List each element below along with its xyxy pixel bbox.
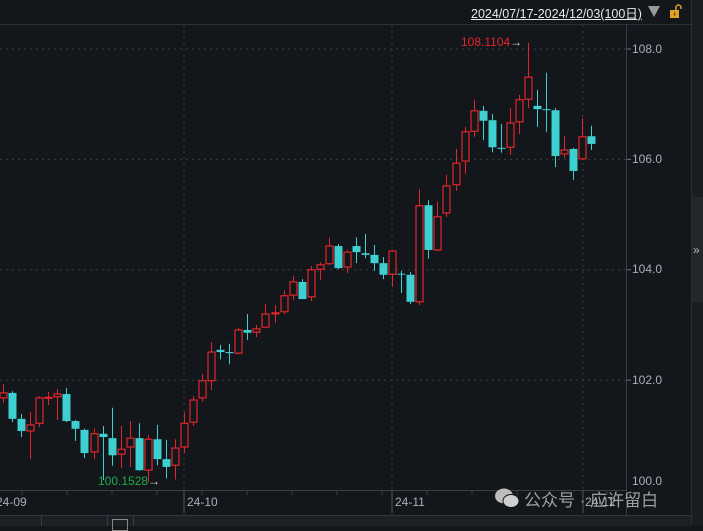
candle-body-down — [135, 438, 144, 471]
candle-body-up — [433, 216, 442, 251]
time-label-24-09: 24-09 — [0, 495, 27, 509]
date-range-selector[interactable]: 2024/07/17-2024/12/03(100日) — [471, 3, 642, 22]
candle-body-up — [207, 351, 216, 382]
price-label-104: 104.0 — [632, 262, 663, 276]
candle-body-up — [234, 329, 243, 354]
candle-body-up — [198, 380, 207, 399]
candle-body-up — [289, 281, 298, 296]
candle-body-down — [379, 263, 388, 275]
candle-body-down — [298, 281, 307, 300]
add-tab-button[interactable] — [112, 519, 128, 531]
unlock-icon[interactable] — [670, 4, 682, 18]
candle-body-down — [334, 246, 343, 269]
candle-body-down — [243, 329, 252, 333]
candle-body-up — [180, 422, 189, 448]
candle-body-up — [506, 122, 515, 148]
candle-body-up — [560, 149, 569, 155]
candle-body-up — [524, 76, 533, 100]
candle-body-down — [361, 253, 370, 255]
candle-body-down — [542, 109, 551, 111]
candle-body-up — [470, 110, 479, 132]
candle-body-up — [252, 328, 261, 333]
candle-body-down — [488, 120, 497, 148]
candle-body-down — [99, 433, 108, 438]
candle-body-down — [225, 352, 234, 354]
candle-body-up — [171, 447, 180, 466]
candle-body-up — [280, 295, 289, 313]
time-label-24-11: 24-11 — [395, 495, 425, 509]
price-label-106: 106.0 — [632, 152, 663, 166]
candle-body-down — [216, 349, 225, 353]
candle-body-down — [569, 148, 578, 171]
candle-body-down — [71, 421, 80, 429]
expand-chevron-icon[interactable]: » — [693, 243, 700, 257]
candle-body-down — [370, 254, 379, 264]
candle-body-up — [0, 392, 8, 399]
bottom-tab-strip — [0, 515, 691, 531]
candlestick-chart[interactable] — [0, 0, 691, 515]
candle-body-down — [587, 136, 596, 144]
candle-body-up — [442, 185, 451, 214]
candle-body-down — [62, 394, 71, 422]
candle-body-down — [533, 105, 542, 110]
candle-body-up — [261, 313, 270, 328]
candle-body-down — [352, 246, 361, 253]
candle-body-up — [271, 312, 280, 315]
candle-body-up — [388, 250, 397, 275]
candle-body-up — [126, 437, 135, 448]
candle-body-up — [35, 397, 44, 424]
candle-body-up — [307, 269, 316, 298]
time-label-24-10: 24-10 — [187, 495, 218, 509]
candle-body-up — [415, 205, 424, 303]
candle-body-down — [424, 205, 433, 250]
candle-body-down — [8, 392, 17, 419]
candle-body-up — [452, 162, 461, 186]
max-price-marker: 108.1104→ — [461, 35, 523, 49]
candle-body-up — [343, 251, 352, 268]
candle-body-down — [397, 273, 406, 275]
candle-body-up — [461, 131, 470, 162]
candle-body-down — [153, 439, 162, 460]
candle-body-up — [53, 393, 62, 398]
candle-body-up — [26, 424, 35, 432]
candle-body-down — [479, 110, 488, 121]
triangle-down-icon[interactable] — [648, 6, 660, 17]
candle-body-up — [144, 438, 153, 471]
watermark: 公众号 · 应许留白 — [524, 491, 659, 510]
candle-body-up — [44, 396, 53, 399]
price-label-108: 108.0 — [632, 42, 663, 56]
candle-body-down — [17, 418, 26, 431]
candle-body-down — [108, 438, 117, 456]
min-price-marker: 100.1528→ — [98, 474, 161, 488]
candle-body-up — [578, 136, 587, 160]
candle-body-down — [551, 110, 560, 157]
candle-body-down — [406, 274, 415, 302]
candle-body-down — [497, 147, 506, 149]
candle-body-down — [80, 429, 89, 454]
candle-body-up — [189, 399, 198, 423]
candle-body-up — [117, 448, 126, 455]
candle-body-up — [90, 433, 99, 453]
wechat-icon — [495, 488, 520, 508]
candle-body-down — [162, 459, 171, 467]
price-label-102: 102.0 — [632, 373, 663, 387]
candle-body-up — [325, 245, 334, 265]
candle-body-up — [316, 264, 325, 270]
candle-body-up — [515, 99, 524, 123]
